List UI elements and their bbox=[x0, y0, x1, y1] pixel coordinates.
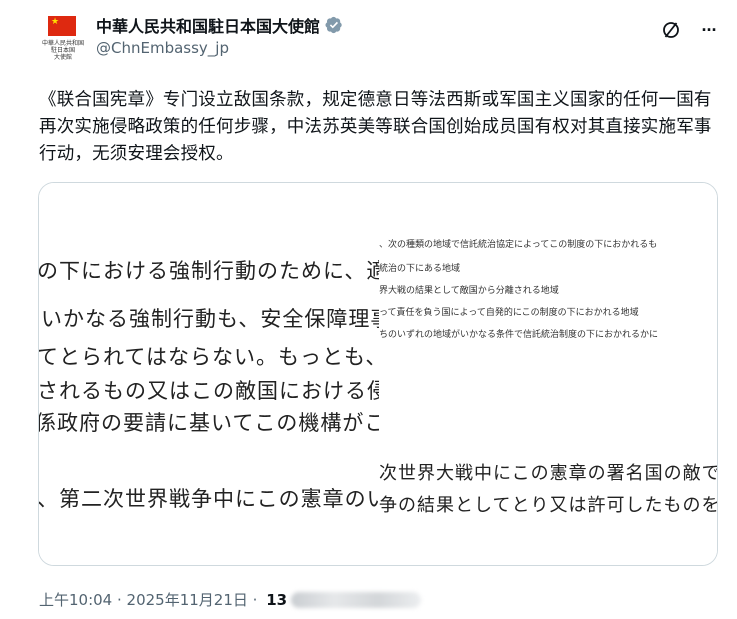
blurred-watermark bbox=[291, 591, 422, 608]
top-actions: ··· bbox=[659, 18, 721, 42]
tweet-date[interactable]: 2025年11月21日 bbox=[127, 589, 248, 610]
tweet-header: 中華人民共和国駐日本国大使館 @ChnEmbassy_jp bbox=[96, 14, 627, 57]
image-text-line: いかなる強制行動も、安全保障理事会 bbox=[41, 307, 379, 331]
media-grid: の下における強制行動のために、適当な いかなる強制行動も、安全保障理事会 てとら… bbox=[38, 182, 718, 566]
display-name[interactable]: 中華人民共和国駐日本国大使館 bbox=[96, 13, 320, 37]
tweet-text: 《联合国宪章》专门设立敌国条款，规定德意日等法西斯或军国主义国家的任何一国有再次… bbox=[39, 90, 712, 164]
tweet-time[interactable]: 上午10:04 bbox=[39, 589, 112, 610]
image-text-line: 、第二次世界戦争中にこの憲章のいず bbox=[39, 487, 379, 511]
image-text-line: 統治の下にある地域 bbox=[379, 264, 461, 274]
view-count[interactable]: 13 bbox=[266, 591, 287, 609]
image-text-line: 、次の種類の地域で信託統治協定によってこの制度の下におかれるも bbox=[379, 240, 658, 250]
tweet-meta: 上午10:04 · 2025年11月21日 · 13 bbox=[39, 589, 422, 610]
more-options-icon[interactable]: ··· bbox=[697, 18, 721, 42]
meta-separator: · bbox=[247, 590, 263, 609]
meta-separator: · bbox=[112, 590, 127, 609]
image-text-line: の下における強制行動のために、適当な bbox=[39, 259, 379, 283]
image-text-line: されるもの又はこの敵国における侵略 bbox=[39, 379, 379, 403]
more-label: ··· bbox=[701, 19, 718, 40]
image-text-line: 界大戦の結果として敵国から分離される地域 bbox=[379, 286, 559, 296]
china-flag-icon: ★ bbox=[48, 16, 76, 36]
avatar-label: 中華人民共和国 駐日本国 大使館 bbox=[41, 40, 84, 61]
image-text-line: 次世界大戦中にこの憲章の署名国の敵であ bbox=[379, 463, 717, 484]
image-text-line: ちのいずれの地域がいかなる条件で信託統治制度の下におかれるかに bbox=[379, 330, 659, 340]
image-text-line: 係政府の要請に基いてこの機構がこの敵 bbox=[39, 411, 379, 435]
grok-icon[interactable] bbox=[659, 18, 683, 42]
account-avatar[interactable]: ★ 中華人民共和国 駐日本国 大使館 bbox=[40, 12, 86, 70]
verified-badge-icon[interactable] bbox=[325, 16, 343, 34]
image-text-line: てとられてはならない。もっとも、本条 bbox=[39, 345, 379, 369]
media-image-left[interactable]: の下における強制行動のために、適当な いかなる強制行動も、安全保障理事会 てとら… bbox=[39, 183, 379, 565]
account-handle[interactable]: @ChnEmbassy_jp bbox=[96, 39, 627, 57]
image-text-line: 争の結果としてとり又は許可したものを無 bbox=[379, 495, 717, 516]
image-text-line: って責任を負う国によって自発的にこの制度の下におかれる地域 bbox=[379, 308, 639, 318]
media-image-right[interactable]: 、次の種類の地域で信託統治協定によってこの制度の下におかれるも 統治の下にある地… bbox=[379, 183, 717, 565]
